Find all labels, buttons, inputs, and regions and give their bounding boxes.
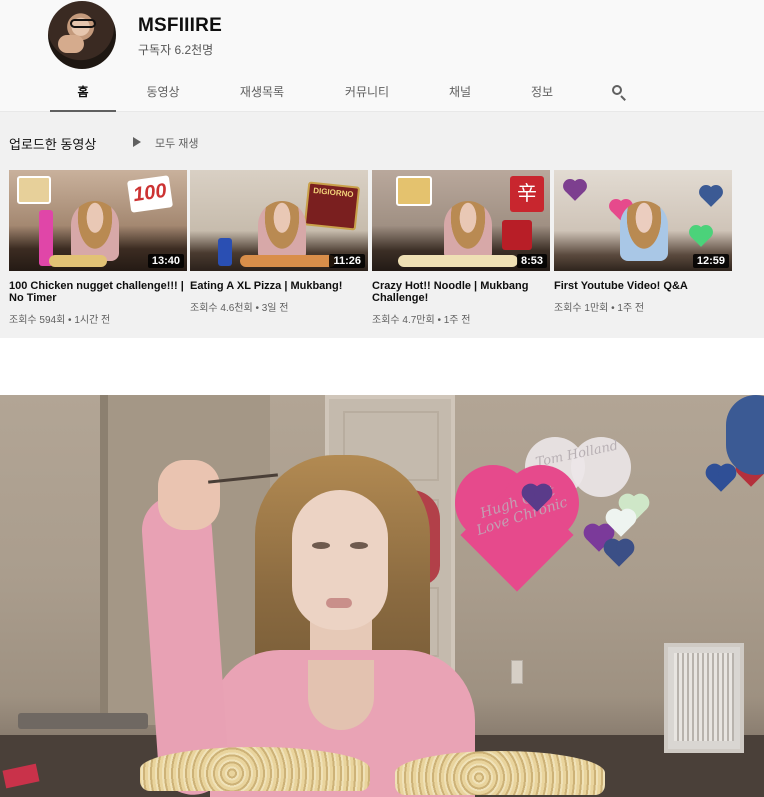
play-icon xyxy=(133,137,141,147)
fork xyxy=(208,473,278,484)
video-thumbnail[interactable]: 12:59 xyxy=(554,170,732,271)
video-title[interactable]: Crazy Hot!! Noodle | Mukbang Challenge! xyxy=(372,280,550,304)
video-duration: 8:53 xyxy=(516,254,547,268)
noodle-pile-left xyxy=(140,747,370,791)
tab-channels[interactable]: 채널 xyxy=(436,74,484,112)
video-meta: 조회수 4.6천회 • 3일 전 xyxy=(190,303,289,314)
video-card[interactable]: DIGIORNO 11:26 Eating A XL Pizza | Mukba… xyxy=(190,170,368,314)
small-heart-navy xyxy=(606,541,632,567)
video-meta: 조회수 1만회 • 1주 전 xyxy=(554,303,645,314)
tab-home[interactable]: 홈 xyxy=(50,74,116,112)
video-still-image: Tom Holland Hugh Chat Love Chronic xyxy=(0,395,764,797)
avatar-glasses xyxy=(70,19,96,28)
box-fan xyxy=(664,643,744,753)
search-icon[interactable] xyxy=(609,82,631,104)
face xyxy=(292,490,388,630)
video-duration: 13:40 xyxy=(147,254,184,268)
channel-avatar[interactable] xyxy=(48,1,116,69)
channel-header: MSFIIIRE 구독자 6.2천명 xyxy=(0,0,764,72)
neckline xyxy=(308,660,374,730)
video-card[interactable]: 100 13:40 100 Chicken nugget challenge!!… xyxy=(9,170,187,326)
right-eye xyxy=(350,542,368,549)
thumb-person xyxy=(258,201,306,261)
thumb-100-text: 100 xyxy=(126,175,174,213)
subscriber-count: 구독자 6.2천명 xyxy=(138,43,214,57)
lips xyxy=(326,598,352,608)
thumb-noodles xyxy=(398,255,518,267)
thumb-heart-blue xyxy=(701,187,721,207)
channel-tabs: 홈 동영상 재생목록 커뮤니티 채널 정보 xyxy=(0,74,764,112)
uploads-shelf: 100 13:40 100 Chicken nugget challenge!!… xyxy=(0,170,764,338)
video-title[interactable]: 100 Chicken nugget challenge!!! | No Tim… xyxy=(9,280,187,304)
video-thumbnail[interactable]: 100 13:40 xyxy=(9,170,187,271)
wall-outlet xyxy=(511,660,523,684)
thumb-nuggets-photo xyxy=(17,176,51,204)
video-meta: 조회수 594회 • 1시간 전 xyxy=(9,315,111,326)
video-card[interactable]: 辛 8:53 Crazy Hot!! Noodle | Mukbang Chal… xyxy=(372,170,550,326)
thumb-person xyxy=(71,201,119,261)
avatar-hand xyxy=(58,35,84,53)
thumb-noodle-pack: 辛 xyxy=(510,176,544,212)
left-eye xyxy=(312,542,330,549)
video-duration: 12:59 xyxy=(692,254,729,268)
thumb-nugget-pile xyxy=(49,255,107,267)
thumb-soda-can xyxy=(218,238,232,266)
thumb-heart-purple xyxy=(565,181,585,201)
noodle-pile-right xyxy=(395,751,605,795)
hand xyxy=(158,460,220,530)
thumb-heart-green xyxy=(691,227,711,247)
video-card[interactable]: 12:59 First Youtube Video! Q&A 조회수 1만회 •… xyxy=(554,170,732,314)
big-heart-blue xyxy=(726,395,764,475)
thumb-pizza xyxy=(240,255,336,267)
tab-about[interactable]: 정보 xyxy=(518,74,566,112)
video-thumbnail[interactable]: 辛 8:53 xyxy=(372,170,550,271)
side-table xyxy=(18,713,148,729)
channel-page-panel: MSFIIIRE 구독자 6.2천명 홈 동영상 재생목록 커뮤니티 채널 정보… xyxy=(0,0,764,338)
tab-videos[interactable]: 동영상 xyxy=(134,74,192,112)
video-meta: 조회수 4.7만회 • 1주 전 xyxy=(372,315,471,326)
channel-name[interactable]: MSFIIIRE xyxy=(138,15,222,37)
play-all-label: 모두 재생 xyxy=(155,138,199,150)
thumb-pizza-box: DIGIORNO xyxy=(303,181,361,231)
small-heart-blue xyxy=(708,466,734,492)
video-duration: 11:26 xyxy=(329,254,365,268)
tab-community[interactable]: 커뮤니티 xyxy=(333,74,401,112)
thumb-noodle-pack-2 xyxy=(502,220,532,250)
thumb-person xyxy=(620,201,668,261)
uploads-shelf-header: 업로드한 동영상 모두 재생 xyxy=(0,112,764,170)
video-thumbnail[interactable]: DIGIORNO 11:26 xyxy=(190,170,368,271)
thumb-person xyxy=(444,201,492,261)
person xyxy=(139,435,510,797)
thumb-noodle-photo xyxy=(396,176,432,206)
tab-playlists[interactable]: 재생목록 xyxy=(228,74,296,112)
shelf-title[interactable]: 업로드한 동영상 xyxy=(9,134,96,153)
video-title[interactable]: Eating A XL Pizza | Mukbang! xyxy=(190,280,368,292)
video-title[interactable]: First Youtube Video! Q&A xyxy=(554,280,732,292)
